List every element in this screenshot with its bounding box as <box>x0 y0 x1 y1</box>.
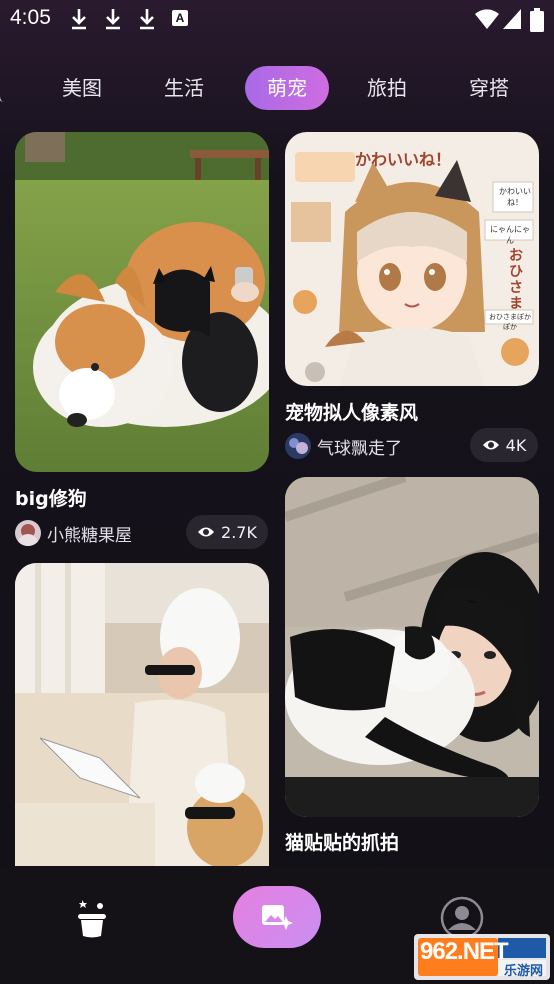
anime-bubble-text: にゃんにゃん <box>490 225 530 245</box>
card-image-anime[interactable]: かわいいね！ かわいいね！ にゃんにゃん おひさま おひさまぽかぽか <box>285 132 539 386</box>
view-count: 2.7K <box>221 522 257 542</box>
avatar <box>285 433 311 459</box>
author-name: 气球飘走了 <box>317 438 402 459</box>
magic-hat-icon[interactable] <box>72 896 112 940</box>
card-title[interactable]: 宠物拟人像素风 <box>285 398 418 425</box>
corgi-photo <box>15 132 269 472</box>
view-count-badge: 2.7K <box>186 515 268 549</box>
tab-life[interactable]: 生活 <box>144 66 224 110</box>
watermark-logo: 962.NET 乐游网 <box>414 934 550 980</box>
card-author[interactable]: 气球飘走了 <box>285 431 402 461</box>
tab-pets[interactable]: 萌宠 <box>245 66 329 110</box>
towel-photo <box>15 563 269 866</box>
anime-bubble-text: かわいいね！ <box>499 187 531 207</box>
anime-pixel-art <box>285 132 539 386</box>
author-name: 小熊糖果屋 <box>47 525 132 546</box>
watermark-subtitle: 乐游网 <box>504 964 544 979</box>
status-time: 4:05 <box>10 6 51 29</box>
image-sparkle-icon <box>262 905 293 930</box>
tab-scroll-edge <box>0 78 4 102</box>
tab-meitu[interactable]: 美图 <box>42 66 122 110</box>
card-author[interactable]: 小熊糖果屋 <box>15 518 132 548</box>
card-image-corgi[interactable] <box>15 132 269 472</box>
anime-vertical-text: おひさま <box>509 248 523 312</box>
battery-icon <box>530 8 544 32</box>
tab-outfits[interactable]: 穿搭 <box>449 66 529 110</box>
tab-travel[interactable]: 旅拍 <box>347 66 427 110</box>
view-count: 4K <box>505 435 527 455</box>
download-icon <box>72 9 86 30</box>
create-button[interactable] <box>233 886 321 948</box>
cat-photo <box>285 477 539 817</box>
watermark-brand: 962.NET <box>420 938 509 965</box>
card-image-cat[interactable] <box>285 477 539 817</box>
card-image-towel[interactable] <box>15 563 269 866</box>
view-count-badge: 4K <box>470 428 538 462</box>
a-badge-icon: A <box>172 10 188 26</box>
signal-icon <box>503 9 521 29</box>
anime-heading-text: かわいいね！ <box>355 150 452 169</box>
download-icon <box>140 9 154 30</box>
anime-bottom-text: おひさまぽかぽか <box>489 313 531 331</box>
download-icon <box>106 9 120 30</box>
card-title[interactable]: 猫贴贴的抓拍 <box>285 828 399 855</box>
card-title[interactable]: big修狗 <box>15 484 87 511</box>
eye-icon <box>482 440 499 450</box>
avatar <box>15 520 41 546</box>
eye-icon <box>198 527 215 537</box>
wifi-icon <box>475 9 499 29</box>
category-tabs: 美图 生活 萌宠 旅拍 穿搭 <box>0 66 554 112</box>
status-bar: 4:05 A <box>0 0 554 40</box>
